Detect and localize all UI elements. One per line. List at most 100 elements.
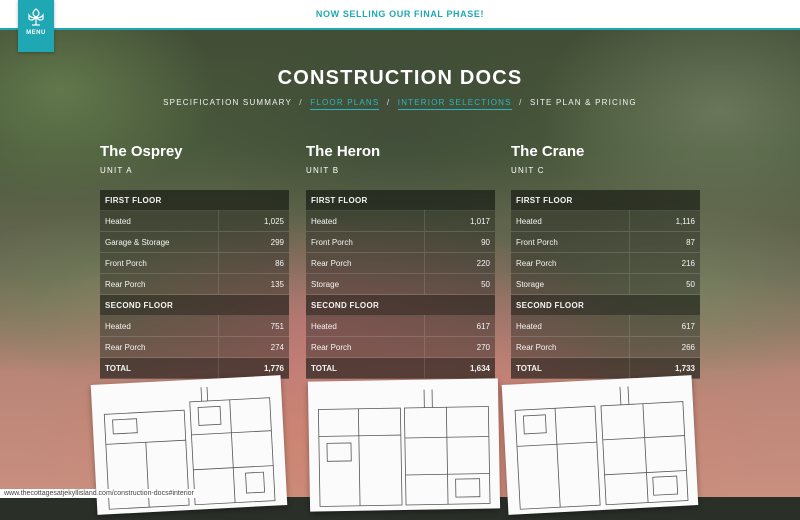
table-row: Heated617 (511, 316, 700, 337)
unit-heron: The Heron UNIT B FIRST FLOOR Heated1,017… (306, 142, 495, 379)
row-value: 50 (630, 274, 701, 295)
row-label: Rear Porch (511, 337, 630, 358)
section-header-row: SECOND FLOOR (511, 295, 700, 316)
row-value: 1,017 (425, 211, 496, 232)
subnav-specification-summary[interactable]: SPECIFICATION SUMMARY (163, 98, 292, 107)
row-value: 617 (630, 316, 701, 337)
subnav-interior-selections[interactable]: INTERIOR SELECTIONS (398, 98, 512, 110)
subnav-separator: / (519, 98, 522, 107)
menu-label: MENU (26, 30, 46, 36)
row-value: 751 (219, 316, 290, 337)
row-label: Heated (306, 211, 425, 232)
section-header-row: SECOND FLOOR (306, 295, 495, 316)
row-label: Heated (511, 211, 630, 232)
section-header-row: SECOND FLOOR (100, 295, 289, 316)
second-floor-heading: SECOND FLOOR (511, 295, 700, 316)
total-row: TOTAL1,634 (306, 358, 495, 379)
table-row: Rear Porch135 (100, 274, 289, 295)
table-row: Heated1,025 (100, 211, 289, 232)
unit-crane: The Crane UNIT C FIRST FLOOR Heated1,116… (511, 142, 700, 379)
table-row: Storage50 (511, 274, 700, 295)
row-label: Rear Porch (100, 274, 219, 295)
table-row: Rear Porch270 (306, 337, 495, 358)
subnav-floor-plans[interactable]: FLOOR PLANS (310, 98, 379, 110)
square-footage-table: FIRST FLOOR Heated1,025 Garage & Storage… (100, 190, 289, 379)
table-row: Front Porch86 (100, 253, 289, 274)
row-label: Rear Porch (100, 337, 219, 358)
row-label: Heated (100, 211, 219, 232)
subnav-separator: / (299, 98, 302, 107)
row-label: Front Porch (100, 253, 219, 274)
table-row: Rear Porch216 (511, 253, 700, 274)
table-row: Heated617 (306, 316, 495, 337)
row-label: Heated (511, 316, 630, 337)
total-value: 1,634 (425, 358, 496, 379)
section-subnav: SPECIFICATION SUMMARY / FLOOR PLANS / IN… (0, 98, 800, 107)
table-row: Rear Porch220 (306, 253, 495, 274)
total-label: TOTAL (100, 358, 219, 379)
row-value: 135 (219, 274, 290, 295)
table-row: Storage50 (306, 274, 495, 295)
row-label: Storage (306, 274, 425, 295)
row-label: Heated (306, 316, 425, 337)
first-floor-heading: FIRST FLOOR (100, 190, 289, 211)
page-title: CONSTRUCTION DOCS (0, 67, 800, 90)
row-value: 216 (630, 253, 701, 274)
banner-text[interactable]: NOW SELLING OUR FINAL PHASE! (316, 9, 484, 19)
unit-label: UNIT B (306, 166, 495, 178)
row-label: Garage & Storage (100, 232, 219, 253)
second-floor-heading: SECOND FLOOR (100, 295, 289, 316)
unit-osprey: The Osprey UNIT A FIRST FLOOR Heated1,02… (100, 142, 289, 379)
row-value: 220 (425, 253, 496, 274)
table-row: Front Porch90 (306, 232, 495, 253)
first-floor-heading: FIRST FLOOR (306, 190, 495, 211)
table-row: Heated1,116 (511, 211, 700, 232)
row-value: 266 (630, 337, 701, 358)
row-label: Heated (100, 316, 219, 337)
row-label: Rear Porch (306, 337, 425, 358)
table-row: Rear Porch274 (100, 337, 289, 358)
section-header-row: FIRST FLOOR (306, 190, 495, 211)
unit-name: The Heron (306, 142, 495, 162)
row-label: Front Porch (306, 232, 425, 253)
row-value: 299 (219, 232, 290, 253)
row-value: 1,116 (630, 211, 701, 232)
unit-name: The Crane (511, 142, 700, 162)
row-label: Storage (511, 274, 630, 295)
floor-plan-crane[interactable] (502, 375, 699, 515)
total-label: TOTAL (306, 358, 425, 379)
unit-label: UNIT A (100, 166, 289, 178)
row-value: 617 (425, 316, 496, 337)
row-value: 90 (425, 232, 496, 253)
menu-button[interactable]: MENU (18, 0, 54, 52)
table-row: Rear Porch266 (511, 337, 700, 358)
floor-plan-heron[interactable] (308, 378, 500, 511)
banner-accent-line (0, 28, 800, 30)
table-row: Garage & Storage299 (100, 232, 289, 253)
section-header-row: FIRST FLOOR (511, 190, 700, 211)
row-label: Front Porch (511, 232, 630, 253)
subnav-site-plan-pricing[interactable]: SITE PLAN & PRICING (530, 98, 637, 107)
table-row: Heated751 (100, 316, 289, 337)
announcement-banner[interactable]: NOW SELLING OUR FINAL PHASE! (0, 0, 800, 28)
floor-plan-drawing (308, 378, 500, 511)
second-floor-heading: SECOND FLOOR (306, 295, 495, 316)
section-header-row: FIRST FLOOR (100, 190, 289, 211)
row-value: 274 (219, 337, 290, 358)
first-floor-heading: FIRST FLOOR (511, 190, 700, 211)
tree-emblem-icon (26, 7, 46, 27)
row-label: Rear Porch (306, 253, 425, 274)
subnav-separator: / (387, 98, 390, 107)
square-footage-table: FIRST FLOOR Heated1,116 Front Porch87 Re… (511, 190, 700, 379)
unit-label: UNIT C (511, 166, 700, 178)
row-value: 1,025 (219, 211, 290, 232)
floor-plan-drawing (502, 375, 699, 515)
total-label: TOTAL (511, 358, 630, 379)
row-value: 86 (219, 253, 290, 274)
row-value: 50 (425, 274, 496, 295)
row-value: 270 (425, 337, 496, 358)
unit-name: The Osprey (100, 142, 289, 162)
row-value: 87 (630, 232, 701, 253)
table-row: Front Porch87 (511, 232, 700, 253)
square-footage-table: FIRST FLOOR Heated1,017 Front Porch90 Re… (306, 190, 495, 379)
